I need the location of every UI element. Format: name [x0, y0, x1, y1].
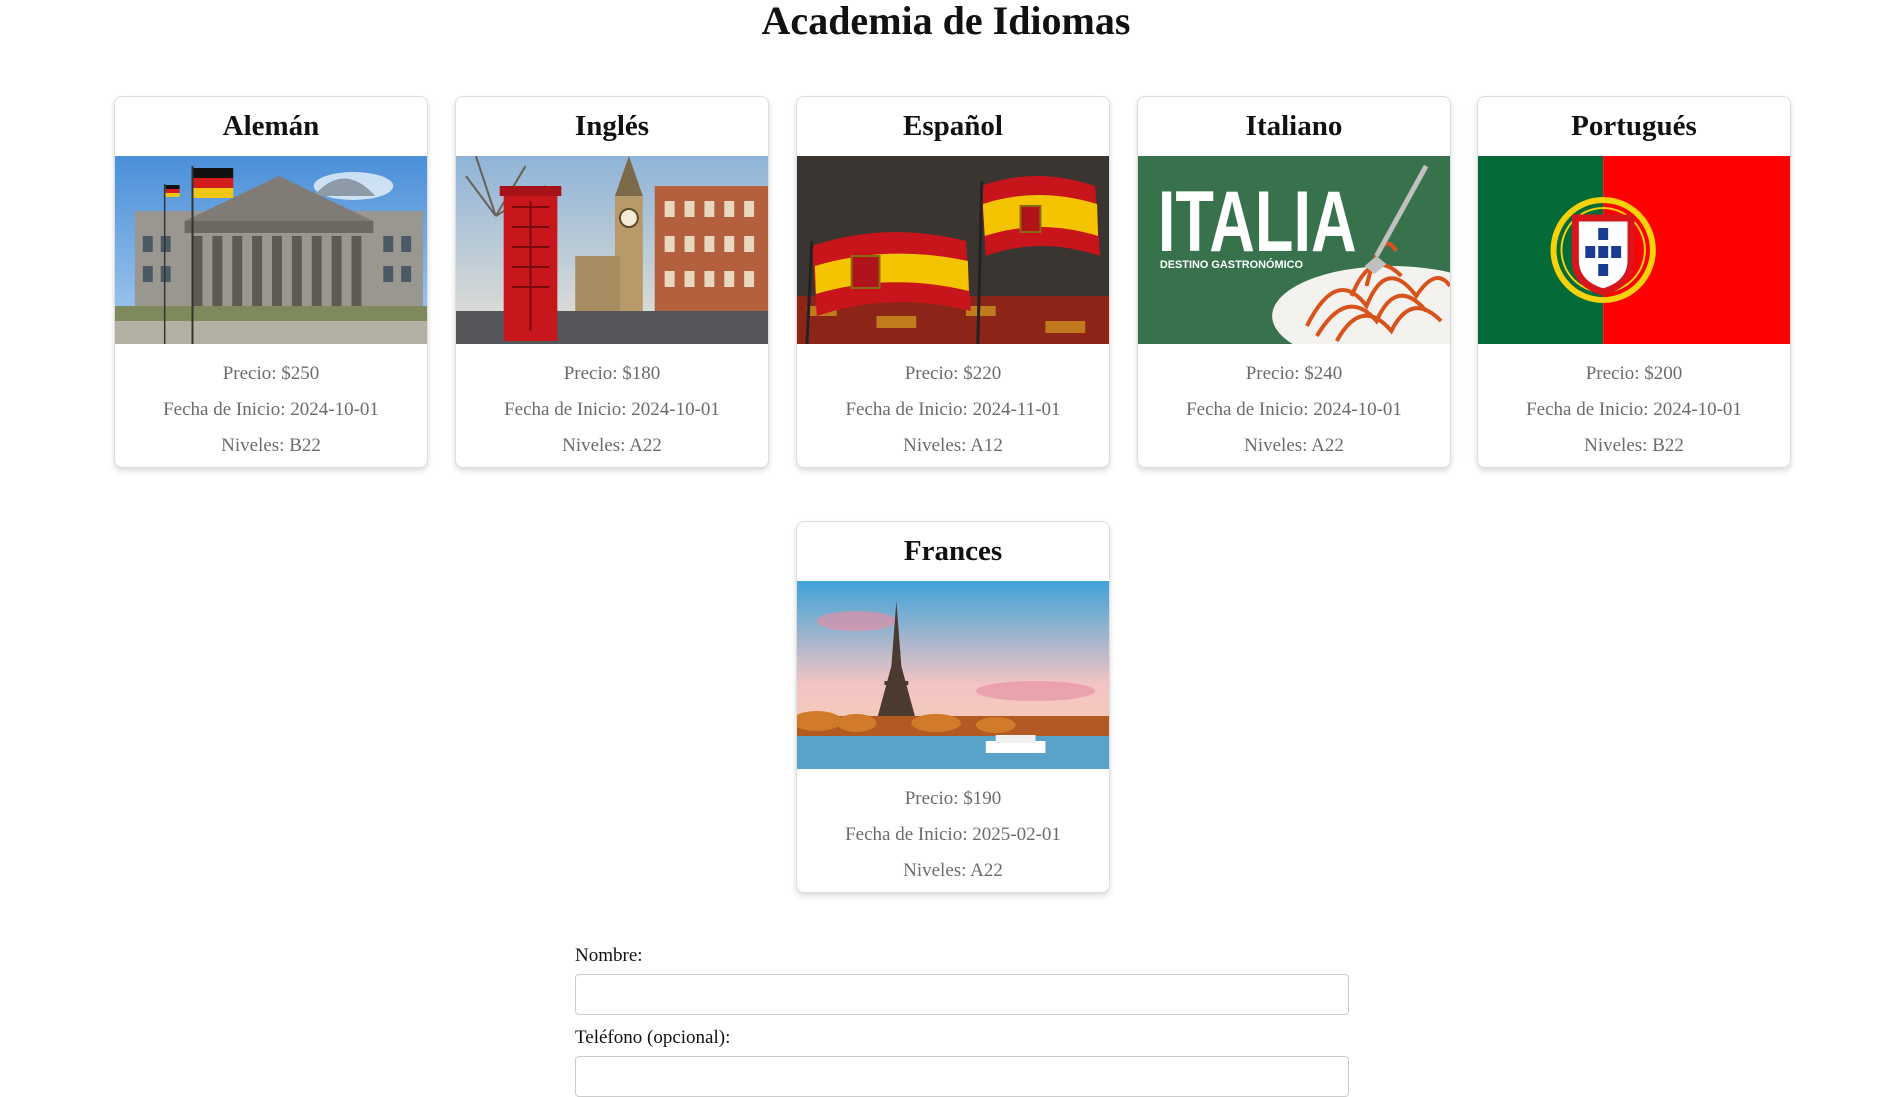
course-levels: Niveles: B22 — [221, 435, 321, 456]
course-price: Precio: $180 — [563, 363, 661, 384]
course-image-spain-flags — [797, 156, 1109, 344]
course-title: Alemán — [222, 110, 320, 142]
course-title: Inglés — [574, 110, 650, 142]
course-start-date: Fecha de Inicio: 2024-10-01 — [163, 399, 379, 420]
course-levels: Niveles: A12 — [903, 435, 1003, 456]
course-card-italiano[interactable]: Italiano ITALIA DESTINO GASTRONÓMICO Pre… — [1137, 96, 1451, 468]
course-title: Italiano — [1245, 110, 1343, 142]
course-image-italia-pasta: ITALIA DESTINO GASTRONÓMICO — [1138, 156, 1450, 344]
course-price: Precio: $240 — [1245, 363, 1343, 384]
course-levels: Niveles: A22 — [903, 860, 1003, 881]
phone-input[interactable] — [575, 1056, 1349, 1097]
course-card-frances[interactable]: Frances Precio: $190 Fecha de Inicio: 20… — [796, 521, 1110, 893]
name-input[interactable] — [575, 974, 1349, 1015]
phone-label: Teléfono (opcional): — [575, 1027, 731, 1048]
course-card-ingles[interactable]: Inglés Precio: $180 Fecha de Inicio: 202… — [455, 96, 769, 468]
course-price: Precio: $190 — [904, 788, 1002, 809]
course-card-aleman[interactable]: Alemán Precio: $250 Fecha de Inicio: 202… — [114, 96, 428, 468]
course-start-date: Fecha de Inicio: 2025-02-01 — [845, 824, 1061, 845]
course-start-date: Fecha de Inicio: 2024-10-01 — [1526, 399, 1742, 420]
course-price: Precio: $220 — [904, 363, 1002, 384]
image-caption-italia: ITALIA — [1158, 174, 1357, 270]
course-price: Precio: $250 — [222, 363, 320, 384]
course-start-date: Fecha de Inicio: 2024-10-01 — [504, 399, 720, 420]
course-card-portugues[interactable]: Portugués Precio: $200 Fecha de Inicio: … — [1477, 96, 1791, 468]
course-title: Portugués — [1571, 110, 1697, 142]
course-image-paris-eiffel — [797, 581, 1109, 769]
name-label: Nombre: — [575, 945, 643, 966]
course-card-espanol[interactable]: Español Precio: $220 Fecha de Inicio: 20… — [796, 96, 1110, 468]
course-title: Español — [903, 110, 1003, 142]
course-title: Frances — [903, 535, 1003, 567]
course-image-london — [456, 156, 768, 344]
course-image-portugal-flag — [1478, 156, 1790, 344]
course-start-date: Fecha de Inicio: 2024-11-01 — [845, 399, 1061, 420]
course-levels: Niveles: B22 — [1584, 435, 1684, 456]
course-levels: Niveles: A22 — [1244, 435, 1344, 456]
image-subcaption: DESTINO GASTRONÓMICO — [1160, 258, 1304, 271]
course-image-reichstag — [115, 156, 427, 344]
page-title: Academia de Idiomas — [761, 0, 1131, 43]
course-start-date: Fecha de Inicio: 2024-10-01 — [1186, 399, 1402, 420]
course-levels: Niveles: A22 — [562, 435, 662, 456]
course-price: Precio: $200 — [1585, 363, 1683, 384]
